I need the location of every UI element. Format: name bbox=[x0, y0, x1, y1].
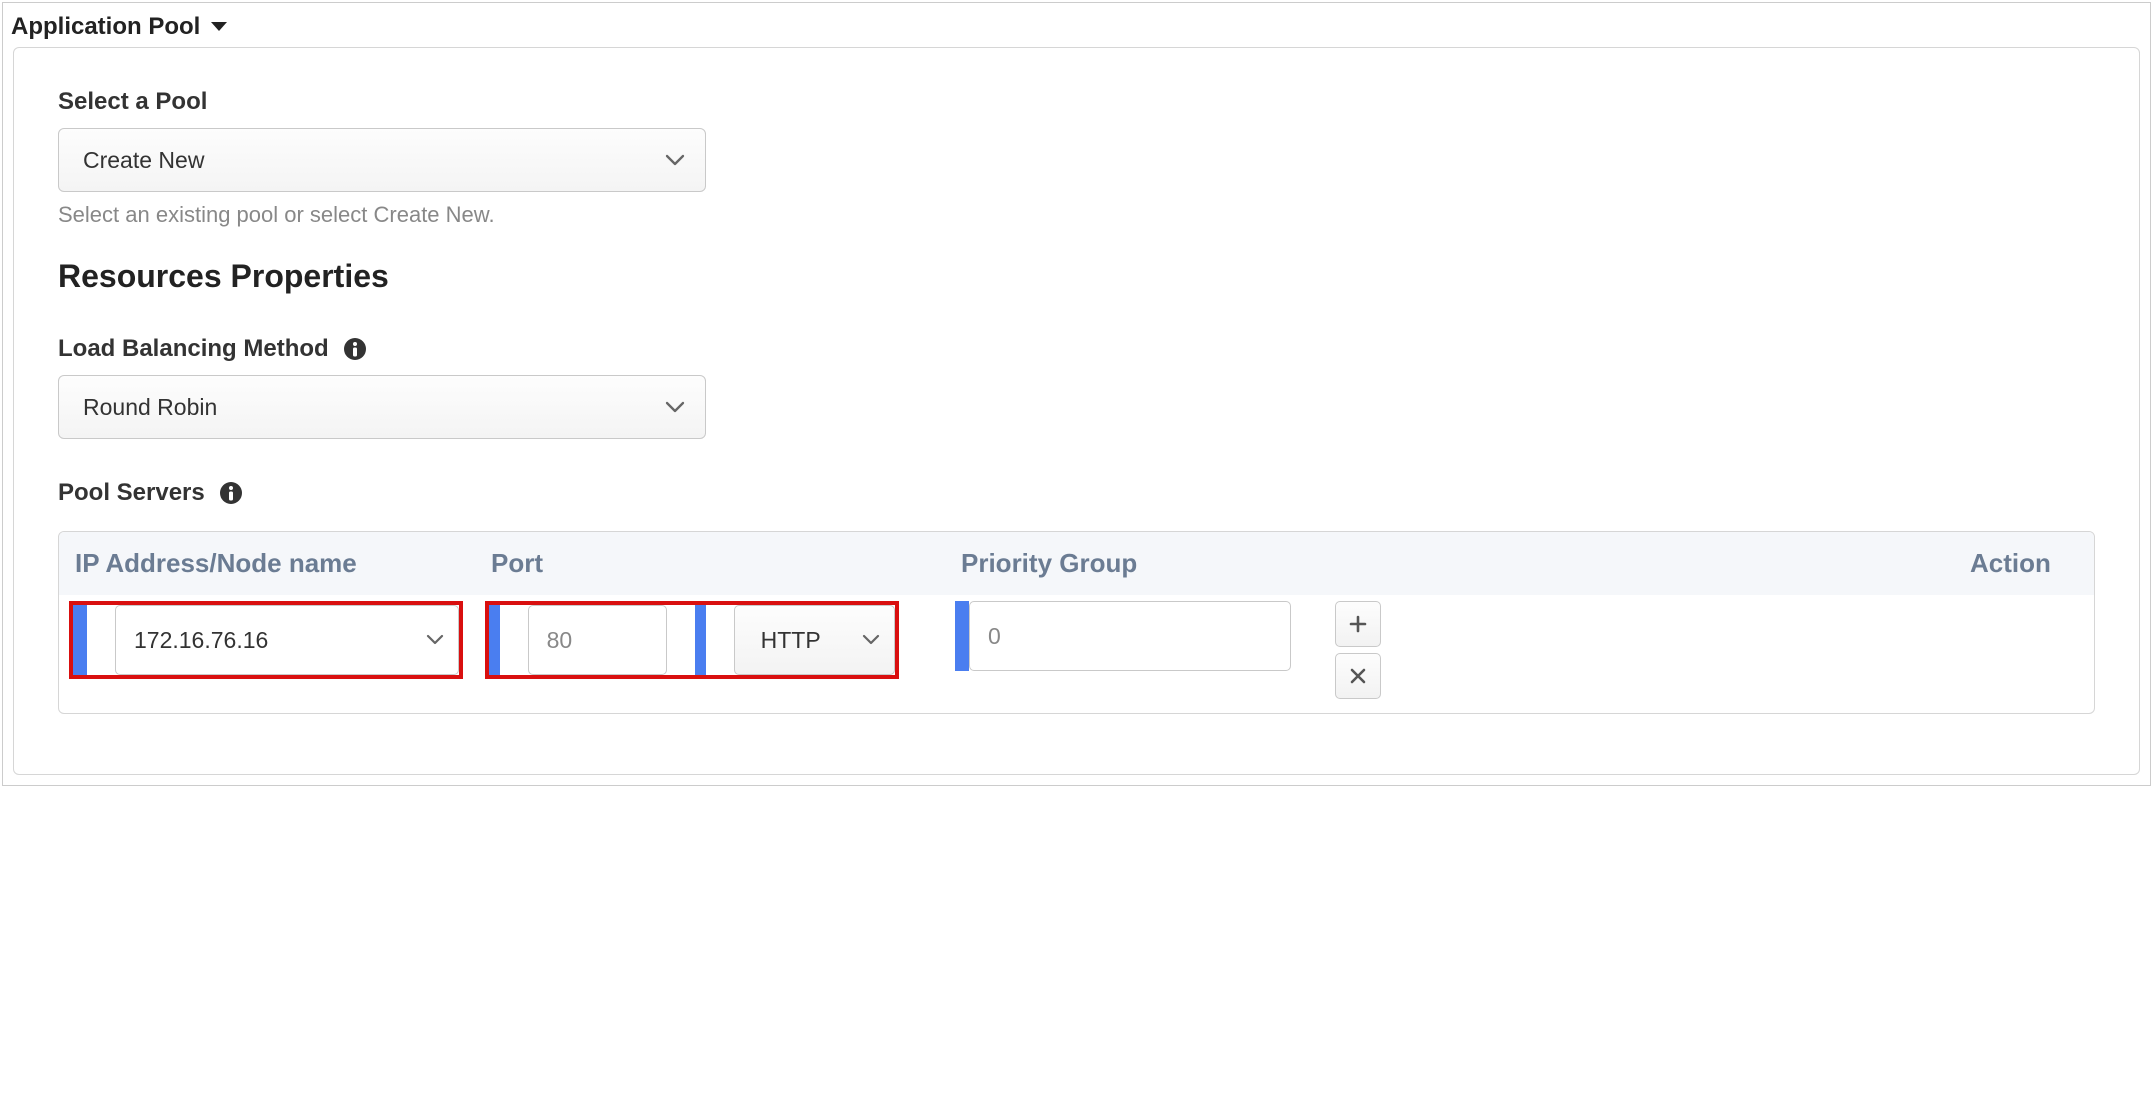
ip-address-input[interactable]: 172.16.76.16 bbox=[115, 605, 459, 675]
th-action: Action bbox=[1964, 548, 2084, 579]
chevron-down-icon bbox=[426, 634, 444, 646]
priority-cell: 0 bbox=[955, 601, 1291, 671]
select-pool-helper: Select an existing pool or select Create… bbox=[58, 202, 2095, 228]
protocol-value: HTTP bbox=[761, 627, 821, 654]
table-header-row: IP Address/Node name Port Priority Group… bbox=[59, 532, 2094, 595]
close-icon bbox=[1349, 667, 1367, 685]
select-pool-label: Select a Pool bbox=[58, 88, 2095, 116]
caret-down-icon bbox=[210, 21, 228, 33]
load-balancing-label: Load Balancing Method bbox=[58, 335, 329, 363]
chevron-down-icon bbox=[665, 400, 685, 414]
port-input[interactable]: 80 bbox=[528, 605, 667, 675]
section-title: Application Pool bbox=[11, 13, 200, 41]
required-indicator bbox=[489, 605, 500, 675]
th-priority: Priority Group bbox=[955, 548, 1964, 579]
th-ip: IP Address/Node name bbox=[69, 548, 485, 579]
highlight-box-ip: 172.16.76.16 bbox=[69, 601, 463, 679]
chevron-down-icon bbox=[862, 634, 880, 646]
required-indicator bbox=[955, 601, 969, 671]
pool-servers-table: IP Address/Node name Port Priority Group… bbox=[58, 531, 2095, 714]
th-port: Port bbox=[485, 548, 955, 579]
select-pool-value: Create New bbox=[83, 147, 204, 174]
section-header-application-pool[interactable]: Application Pool bbox=[3, 3, 2150, 47]
action-cell bbox=[1335, 601, 1381, 699]
resources-properties-title: Resources Properties bbox=[58, 258, 2095, 295]
highlight-box-port: 80 HTTP bbox=[485, 601, 899, 679]
add-row-button[interactable] bbox=[1335, 601, 1381, 647]
required-indicator bbox=[695, 605, 706, 675]
ip-address-value: 172.16.76.16 bbox=[134, 627, 268, 654]
priority-input[interactable]: 0 bbox=[969, 601, 1291, 671]
port-value: 80 bbox=[547, 627, 573, 654]
table-row: 172.16.76.16 80 HTTP bbox=[59, 595, 2094, 713]
remove-row-button[interactable] bbox=[1335, 653, 1381, 699]
application-pool-panel: Select a Pool Create New Select an exist… bbox=[13, 47, 2140, 775]
required-indicator bbox=[73, 605, 87, 675]
select-pool-dropdown[interactable]: Create New bbox=[58, 128, 706, 192]
load-balancing-value: Round Robin bbox=[83, 394, 217, 421]
info-icon[interactable] bbox=[343, 337, 367, 361]
protocol-dropdown[interactable]: HTTP bbox=[734, 605, 895, 675]
chevron-down-icon bbox=[665, 153, 685, 167]
plus-icon bbox=[1349, 615, 1367, 633]
info-icon[interactable] bbox=[219, 481, 243, 505]
priority-value: 0 bbox=[988, 623, 1001, 650]
load-balancing-dropdown[interactable]: Round Robin bbox=[58, 375, 706, 439]
pool-servers-label: Pool Servers bbox=[58, 479, 205, 507]
